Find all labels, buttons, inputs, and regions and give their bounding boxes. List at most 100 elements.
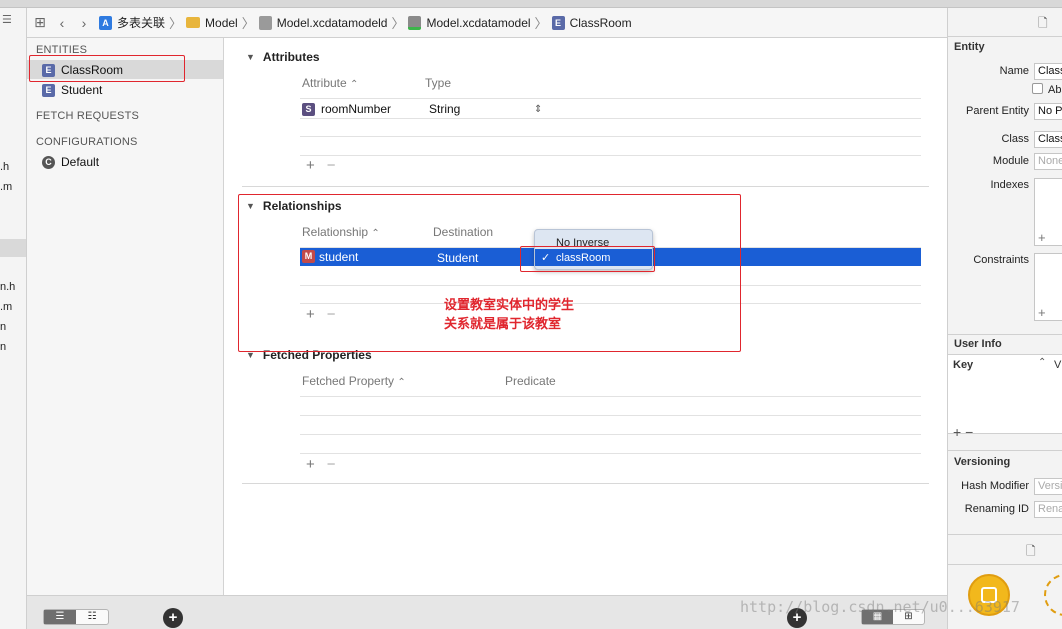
file-item[interactable]: .m — [0, 301, 12, 313]
file-item[interactable]: n.h — [0, 281, 15, 293]
file-template-icon[interactable]: 🗋 — [1026, 542, 1036, 563]
renaming-id-label: Renaming ID — [964, 503, 1029, 515]
file-inspector-icon[interactable]: 🗋 — [1038, 14, 1048, 35]
module-field[interactable]: None — [1034, 153, 1062, 170]
indexes-label: Indexes — [990, 179, 1029, 191]
parent-entity-select[interactable]: No Parent — [1034, 103, 1062, 120]
divider — [948, 564, 1062, 565]
key-column[interactable]: Key — [953, 359, 973, 371]
file-navigator-strip: ☰ .h .m n.h .m n n — [0, 8, 27, 629]
sort-caret-icon: ⌃ — [1038, 357, 1047, 368]
selected-file-row[interactable] — [0, 239, 26, 257]
col-predicate[interactable]: Predicate — [505, 374, 556, 388]
file-item[interactable]: .m — [0, 181, 12, 193]
parent-entity-label: Parent Entity — [966, 105, 1029, 117]
section-divider — [242, 483, 929, 484]
file-item[interactable]: n — [0, 321, 6, 333]
forward-chevron-icon[interactable]: › — [73, 12, 95, 34]
entity-section-title: Entity — [954, 41, 985, 53]
outline-style-toggle[interactable]: ☰ ☷ — [43, 609, 109, 625]
hierarchy-icon[interactable]: ☰ — [2, 13, 12, 26]
back-chevron-icon[interactable]: ‹ — [51, 12, 73, 34]
module-label: Module — [992, 155, 1029, 167]
configurations-header: CONFIGURATIONS — [36, 136, 138, 148]
configuration-icon: C — [42, 155, 55, 169]
section-title-label: Attributes — [262, 50, 320, 64]
abstract-checkbox[interactable] — [1032, 83, 1043, 94]
breadcrumb: A 多表关联 〉 Model 〉 Model.xcdatamodeld 〉 Mo… — [99, 13, 632, 32]
divider — [300, 98, 921, 99]
divider — [948, 534, 1062, 535]
remove-icon[interactable]: − — [327, 157, 336, 174]
breadcrumb-entity[interactable]: ClassRoom — [570, 16, 632, 30]
configuration-item-default[interactable]: C Default — [42, 155, 99, 169]
attribute-type-select[interactable]: String — [429, 100, 460, 118]
annotation-line: 设置教室实体中的学生 — [444, 297, 575, 312]
class-field[interactable]: ClassRoom — [1034, 131, 1062, 148]
breadcrumb-xcdatamodel[interactable]: Model.xcdatamodel — [426, 16, 530, 30]
renaming-id-field[interactable]: Renaming — [1034, 501, 1062, 518]
disclosure-triangle-icon[interactable]: ▼ — [246, 52, 255, 62]
select-updown-icon[interactable]: ⇕ — [534, 100, 542, 118]
folder-icon — [186, 17, 201, 28]
col-type[interactable]: Type — [425, 76, 451, 90]
add-icon[interactable]: + — [953, 424, 961, 440]
column-label: Attribute — [302, 76, 347, 90]
hash-modifier-field[interactable]: Version — [1034, 478, 1062, 495]
add-entity-icon[interactable]: + — [163, 608, 183, 628]
divider — [300, 136, 921, 137]
constraints-label: Constraints — [973, 254, 1029, 266]
datamodel-icon — [408, 15, 422, 30]
entity-outline: ENTITIES E ClassRoom E Student FETCH REQ… — [27, 38, 224, 595]
project-icon: A — [99, 15, 112, 30]
breadcrumb-group[interactable]: Model — [205, 16, 238, 30]
abstract-label: Abstract — [1048, 84, 1062, 96]
related-items-icon[interactable]: ⊞ — [29, 12, 51, 34]
datamodel-bundle-icon — [258, 15, 272, 30]
breadcrumb-xcdatamodeld[interactable]: Model.xcdatamodeld — [277, 16, 388, 30]
entity-icon: E — [551, 15, 565, 30]
attribute-row[interactable]: S roomNumber — [302, 100, 391, 118]
file-item[interactable]: n — [0, 341, 6, 353]
remove-icon[interactable]: − — [965, 424, 973, 440]
breadcrumb-separator: 〉 — [534, 16, 548, 31]
watermark: http://blog.csdn.net/u0...63917 — [740, 598, 1020, 616]
attribute-name[interactable]: roomNumber — [321, 102, 391, 116]
divider — [948, 334, 1062, 335]
attribute-string-icon: S — [302, 102, 315, 116]
breadcrumb-separator: 〉 — [391, 16, 405, 31]
divider — [948, 450, 1062, 451]
attribute-type-value: String — [429, 102, 461, 116]
divider — [300, 118, 921, 119]
value-column[interactable]: V — [1054, 359, 1061, 371]
add-constraint-icon[interactable]: + — [1038, 305, 1046, 320]
breadcrumb-project[interactable]: 多表关联 — [117, 14, 165, 31]
add-index-icon[interactable]: + — [1038, 230, 1046, 245]
col-attribute[interactable]: Attribute ⌃ — [302, 76, 358, 90]
jump-bar: ⊞ ‹ › A 多表关联 〉 Model 〉 Model.xcdatamodel… — [27, 8, 947, 38]
list-style-icon[interactable]: ☰ — [44, 610, 76, 624]
attributes-section-title[interactable]: ▼ Attributes — [246, 50, 320, 64]
divider — [300, 155, 921, 156]
user-info-table[interactable]: Key ⌃ V — [948, 354, 1062, 434]
name-label: Name — [999, 65, 1029, 77]
object-library-item-icon[interactable] — [1044, 574, 1062, 616]
col-fetched-property[interactable]: Fetched Property ⌃ — [302, 374, 406, 388]
window-top-strip — [0, 0, 1062, 8]
add-icon[interactable]: + — [306, 456, 315, 473]
remove-icon[interactable]: − — [327, 456, 336, 473]
divider — [300, 453, 921, 454]
breadcrumb-separator: 〉 — [169, 16, 183, 31]
divider — [948, 36, 1062, 37]
hierarchy-style-icon[interactable]: ☷ — [76, 610, 108, 624]
entity-icon: E — [42, 83, 55, 97]
file-item[interactable]: .h — [0, 161, 9, 173]
fetched-add-remove: + − — [306, 456, 336, 473]
entity-item-student[interactable]: E Student — [42, 83, 102, 97]
class-label: Class — [1001, 133, 1029, 145]
add-icon[interactable]: + — [306, 157, 315, 174]
divider — [300, 415, 921, 416]
fetch-requests-header: FETCH REQUESTS — [36, 110, 140, 122]
name-field[interactable]: ClassRoom — [1034, 63, 1062, 80]
attribute-add-remove: + − — [306, 157, 336, 174]
